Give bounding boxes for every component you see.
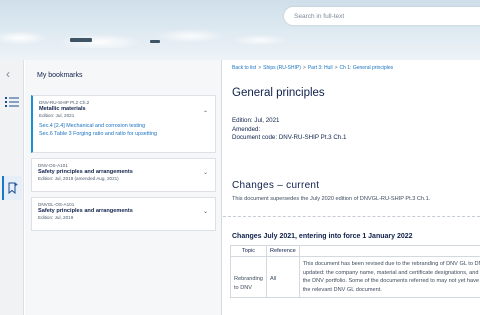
card-edition: Edition: Jul, 2019 (amended Aug, 2021) (38, 176, 119, 181)
header-banner (0, 0, 480, 60)
description-cell: This document has been revised due to th… (298, 256, 480, 298)
table-row: Rebranding to DNV All This document has … (230, 256, 480, 298)
breadcrumb-item[interactable]: Part 3: Hull (308, 65, 333, 71)
changes-table: Topic Reference Rebranding to DNV All Th… (230, 245, 480, 298)
breadcrumb-back[interactable]: Back to list (232, 65, 256, 71)
bookmark-link[interactable]: Sec.6 Table 3 Forging ratio and ratio fo… (39, 131, 209, 139)
chevron-down-icon[interactable]: ⌄ (203, 169, 208, 176)
bookmark-card[interactable]: DNV-RU-SHIP Pt.2 Ch.2 Metallic materials… (31, 95, 216, 153)
changes-heading: Changes – current (232, 180, 320, 191)
amended-text: Amended: (232, 125, 261, 133)
changes-subheading: Changes July 2021, entering into force 1… (232, 233, 413, 240)
card-name: Metallic materials (39, 106, 86, 112)
bookmarks-panel: My bookmarks DNV-RU-SHIP Pt.2 Ch.2 Metal… (25, 60, 222, 315)
breadcrumb-item[interactable]: Ships (RU-SHIP) (263, 65, 301, 71)
breadcrumb-item[interactable]: Ch 1: General principles (339, 65, 393, 71)
banner-ice-image (0, 18, 310, 48)
bookmark-card[interactable]: DNVGL-OS-A101 Safety principles and arra… (31, 197, 216, 231)
bookmark-tab[interactable] (2, 176, 22, 200)
card-name: Safety principles and arrangements (38, 208, 133, 214)
card-edition: Edition: Jul, 2021 (39, 113, 75, 118)
table-header: Topic (230, 245, 267, 257)
banner-ship-image (70, 38, 92, 42)
supersede-text: This document supersedes the July 2020 e… (232, 196, 431, 202)
search-input[interactable] (294, 12, 480, 20)
topic-cell: Rebranding to DNV (230, 256, 267, 298)
bookmark-card[interactable]: DNV-OS-A101 Safety principles and arrang… (31, 158, 216, 192)
panel-title: My bookmarks (37, 72, 83, 79)
description-line: This document has been revised due to th… (302, 261, 480, 267)
table-header: Reference (265, 245, 300, 257)
description-line: updated: the company name, material and … (302, 269, 480, 276)
edition-text: Edition: Jul, 2021 (232, 117, 280, 124)
chevron-up-icon[interactable]: ⌃ (203, 110, 208, 117)
document-content: Back to list > Ships (RU-SHIP) > Part 3: Hul… (223, 60, 480, 315)
page-title: General principles (232, 87, 325, 99)
document-meta: Edition: Jul, 2021 Amended: Document cod… (232, 117, 346, 143)
card-name: Safety principles and arrangements (38, 169, 133, 175)
card-edition: Edition: Jul, 2019 (38, 215, 74, 220)
description-line: the DNV portfolio. Some of the documents… (302, 278, 480, 284)
list-icon[interactable] (5, 96, 19, 108)
bookmark-icon (8, 182, 18, 194)
reference-cell: All (265, 256, 300, 298)
document-code-text: Document code: DNV-RU-SHIP Pt.3 Ch.1 (232, 134, 347, 141)
icon-rail: ‹ (0, 60, 24, 315)
section-divider (223, 216, 480, 217)
table-header (298, 245, 480, 257)
breadcrumb: Back to list > Ships (RU-SHIP) > Part 3: Hul… (232, 65, 394, 71)
description-line: the relevant DNV GL document. (302, 286, 382, 293)
chevron-down-icon[interactable]: ⌄ (203, 208, 208, 215)
search-bar[interactable] (284, 7, 480, 25)
banner-ship-image (150, 40, 160, 43)
bookmark-link[interactable]: Sec.4 [2.4] Mechanical and corrosion tes… (39, 123, 209, 131)
chevron-left-icon[interactable]: ‹ (6, 68, 10, 80)
